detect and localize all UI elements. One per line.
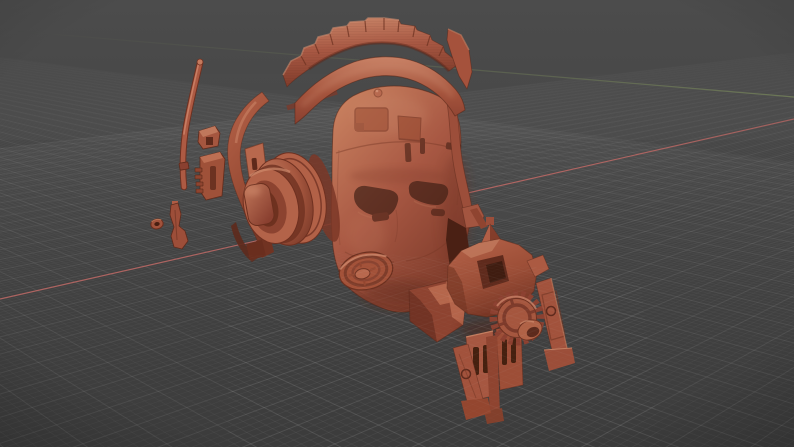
viewport-stage — [0, 0, 794, 447]
vignette — [0, 0, 794, 447]
viewport-canvas[interactable] — [0, 0, 794, 447]
